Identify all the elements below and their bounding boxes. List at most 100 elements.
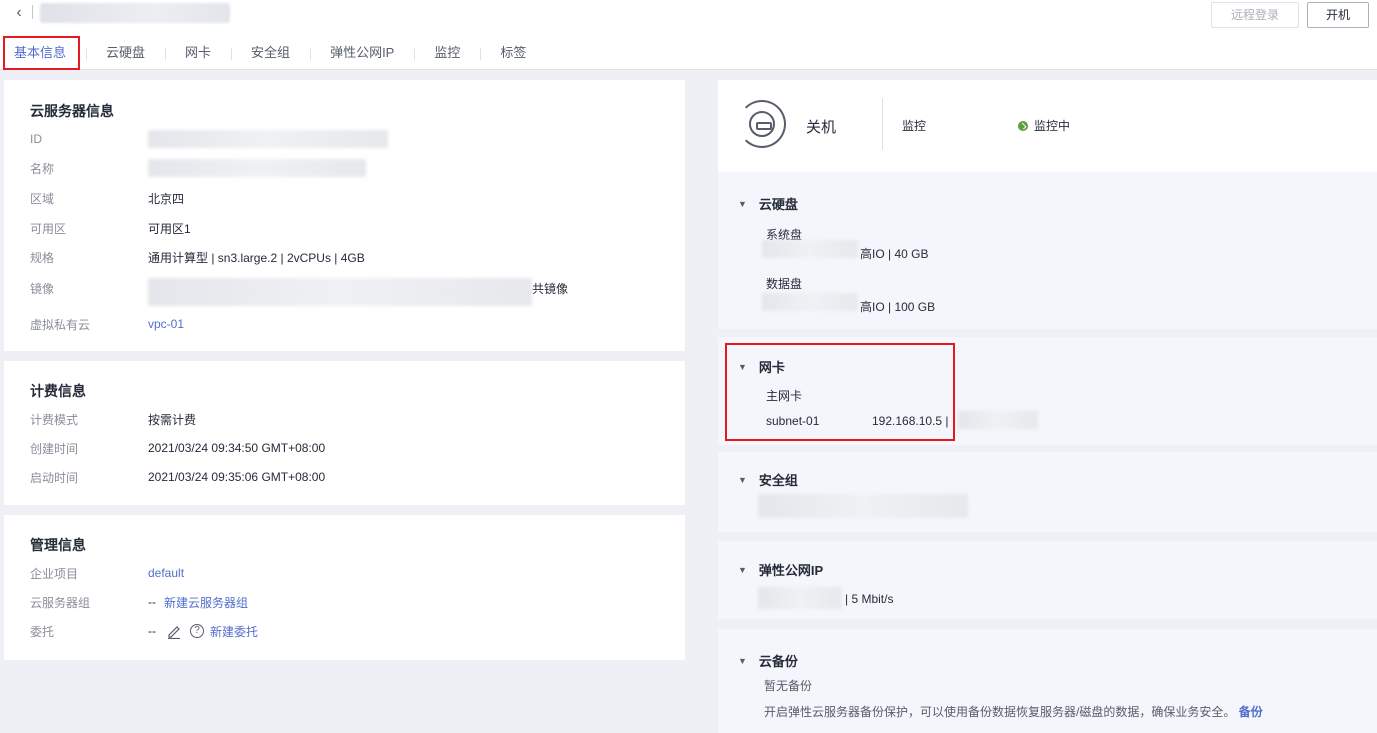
tab-basic-info[interactable]: 基本信息 bbox=[0, 36, 86, 70]
info-row-id: ID bbox=[30, 129, 670, 149]
power-state-icon bbox=[738, 100, 786, 148]
billing-row-mode: 计费模式 按需计费 bbox=[30, 409, 670, 429]
mgmt-row-project: 企业项目 default bbox=[30, 563, 670, 583]
enterprise-project-link[interactable]: default bbox=[148, 566, 184, 580]
field-label: ID bbox=[30, 132, 42, 146]
edit-pencil-icon[interactable] bbox=[166, 623, 182, 640]
backup-section-header[interactable]: ▼ 云备份 bbox=[738, 651, 798, 670]
caret-down-icon: ▼ bbox=[738, 655, 747, 666]
tab-nics[interactable]: 网卡 bbox=[165, 36, 231, 70]
backup-link[interactable]: 备份 bbox=[1239, 705, 1263, 719]
nic-ip: 192.168.10.5 | bbox=[872, 414, 949, 428]
billing-mode-value: 按需计费 bbox=[148, 412, 197, 427]
field-label: 虚拟私有云 bbox=[30, 317, 91, 332]
flavor-value: 通用计算型 | sn3.large.2 | 2vCPUs | 4GB bbox=[148, 250, 365, 265]
az-value: 可用区1 bbox=[148, 221, 191, 236]
card-title: 云服务器信息 bbox=[30, 103, 114, 119]
monitor-status-text: 监控中 bbox=[1034, 119, 1071, 133]
disks-section: ▼ 云硬盘 系统盘 高IO | 40 GB 数据盘 高IO | 100 GB bbox=[718, 172, 1377, 329]
image-value-suffix: 共镜像 bbox=[532, 281, 569, 296]
card-title: 管理信息 bbox=[30, 537, 86, 553]
agency-value: -- bbox=[148, 624, 156, 638]
backup-desc-text: 开启弹性云服务器备份保护，可以使用备份数据恢复服务器/磁盘的数据，确保业务安全。 bbox=[764, 705, 1236, 719]
help-question-icon[interactable]: ? bbox=[190, 624, 204, 638]
data-disk-label: 数据盘 bbox=[766, 277, 803, 291]
billing-row-started: 启动时间 2021/03/24 09:35:06 GMT+08:00 bbox=[30, 467, 670, 487]
caret-down-icon: ▼ bbox=[738, 474, 747, 485]
check-circle-icon bbox=[1018, 121, 1028, 131]
backup-empty-text: 暂无备份 bbox=[764, 679, 813, 693]
start-button[interactable]: 开机 bbox=[1307, 2, 1369, 28]
server-title-redacted bbox=[40, 3, 230, 23]
info-row-az: 可用区 可用区1 bbox=[30, 218, 670, 238]
monitor-label: 监控 bbox=[902, 119, 927, 133]
section-title: 安全组 bbox=[758, 473, 798, 488]
name-value-redacted bbox=[148, 159, 366, 177]
eip-address-redacted bbox=[758, 587, 842, 609]
power-state-text: 关机 bbox=[806, 119, 837, 136]
eip-section-header[interactable]: ▼ 弹性公网IP bbox=[738, 560, 823, 579]
field-label: 计费模式 bbox=[30, 412, 79, 427]
status-panel: 关机 监控 监控中 bbox=[718, 80, 1377, 172]
remote-login-button[interactable]: 远程登录 bbox=[1211, 2, 1299, 28]
info-row-name: 名称 bbox=[30, 158, 670, 178]
sg-section-header[interactable]: ▼ 安全组 bbox=[738, 470, 798, 489]
security-group-redacted bbox=[758, 494, 968, 518]
top-bar: ‹ 远程登录 开机 基本信息 云硬盘 网卡 安全组 弹性公网IP 监控 标签 bbox=[0, 0, 1377, 70]
info-row-region: 区域 北京四 bbox=[30, 188, 670, 208]
field-label: 名称 bbox=[30, 161, 55, 176]
info-row-flavor: 规格 通用计算型 | sn3.large.2 | 2vCPUs | 4GB bbox=[30, 247, 670, 267]
card-title: 计费信息 bbox=[30, 383, 86, 399]
field-label: 启动时间 bbox=[30, 470, 79, 485]
section-title: 网卡 bbox=[758, 360, 785, 375]
tab-tags[interactable]: 标签 bbox=[480, 36, 546, 70]
divider bbox=[882, 98, 883, 150]
field-label: 规格 bbox=[30, 250, 55, 265]
field-label: 企业项目 bbox=[30, 566, 79, 581]
id-value-redacted bbox=[148, 130, 388, 148]
security-group-section: ▼ 安全组 bbox=[718, 452, 1377, 532]
section-title: 云备份 bbox=[758, 654, 798, 669]
tab-eips[interactable]: 弹性公网IP bbox=[310, 36, 414, 70]
caret-down-icon: ▼ bbox=[738, 564, 747, 575]
caret-down-icon: ▼ bbox=[738, 361, 747, 372]
created-time-value: 2021/03/24 09:34:50 GMT+08:00 bbox=[148, 441, 326, 455]
system-disk-value: 高IO | 40 GB bbox=[860, 247, 929, 261]
system-disk-name-redacted bbox=[762, 240, 858, 258]
data-disk-name-redacted bbox=[762, 293, 858, 311]
mgmt-row-agency: 委托 -- ? 新建委托 bbox=[30, 621, 670, 641]
server-info-card: 云服务器信息 ID 名称 区域 北京四 可用区 可用区1 规格 通用计算型 | … bbox=[4, 80, 685, 351]
chevron-left-icon[interactable]: ‹ bbox=[10, 2, 28, 24]
tab-disks[interactable]: 云硬盘 bbox=[86, 36, 165, 70]
divider bbox=[32, 5, 33, 19]
backup-section: ▼ 云备份 暂无备份 开启弹性云服务器备份保护，可以使用备份数据恢复服务器/磁盘的… bbox=[718, 629, 1377, 733]
management-card: 管理信息 企业项目 default 云服务器组 -- 新建云服务器组 委托 --… bbox=[4, 515, 685, 660]
monitor-status: 监控中 bbox=[1018, 117, 1070, 134]
data-disk-value: 高IO | 100 GB bbox=[860, 300, 936, 314]
started-time-value: 2021/03/24 09:35:06 GMT+08:00 bbox=[148, 470, 326, 484]
vpc-link[interactable]: vpc-01 bbox=[148, 317, 184, 331]
create-server-group-link[interactable]: 新建云服务器组 bbox=[164, 594, 248, 611]
caret-down-icon: ▼ bbox=[738, 198, 747, 209]
field-label: 区域 bbox=[30, 191, 55, 206]
group-value: -- bbox=[148, 595, 156, 609]
section-title: 弹性公网IP bbox=[758, 563, 824, 578]
field-label: 委托 bbox=[30, 624, 55, 639]
billing-row-created: 创建时间 2021/03/24 09:34:50 GMT+08:00 bbox=[30, 438, 670, 458]
info-row-vpc: 虚拟私有云 vpc-01 bbox=[30, 314, 670, 334]
section-title: 云硬盘 bbox=[758, 197, 798, 212]
info-row-image: 镜像 共镜像 bbox=[30, 278, 670, 306]
tab-monitoring[interactable]: 监控 bbox=[414, 36, 480, 70]
create-agency-link[interactable]: 新建委托 bbox=[210, 623, 258, 640]
backup-description: 开启弹性云服务器备份保护，可以使用备份数据恢复服务器/磁盘的数据，确保业务安全。… bbox=[764, 703, 1263, 720]
nic-section-header[interactable]: ▼ 网卡 bbox=[738, 357, 785, 376]
field-label: 镜像 bbox=[30, 281, 55, 296]
disks-section-header[interactable]: ▼ 云硬盘 bbox=[738, 194, 798, 213]
tab-security-groups[interactable]: 安全组 bbox=[231, 36, 310, 70]
detail-tabs: 基本信息 云硬盘 网卡 安全组 弹性公网IP 监控 标签 bbox=[0, 36, 546, 70]
region-value: 北京四 bbox=[148, 191, 185, 206]
field-label: 创建时间 bbox=[30, 441, 79, 456]
nic-extra-redacted bbox=[958, 411, 1038, 429]
nic-subnet: subnet-01 bbox=[766, 414, 820, 428]
mgmt-row-group: 云服务器组 -- 新建云服务器组 bbox=[30, 592, 670, 612]
